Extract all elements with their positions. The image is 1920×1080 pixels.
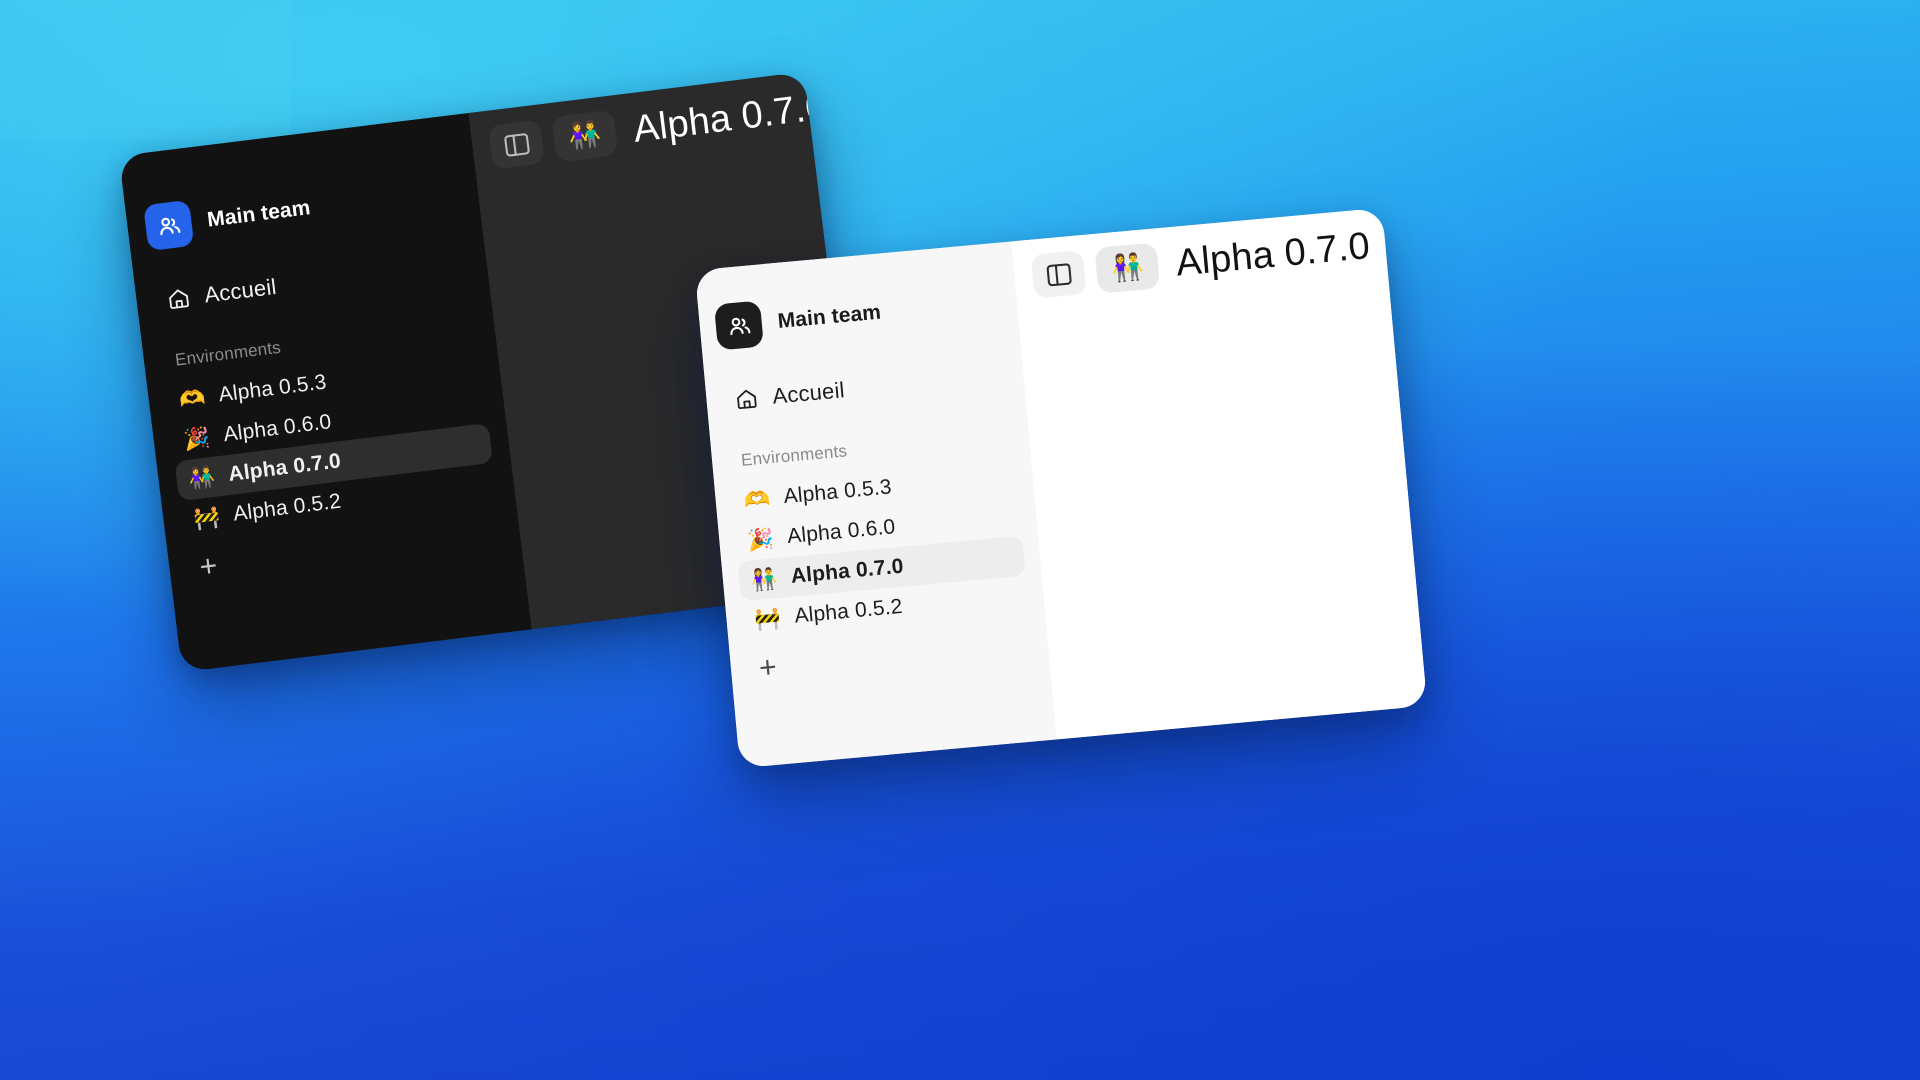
team-avatar	[143, 199, 195, 252]
content-panel-light: 👫 Alpha 0.7.0	[1011, 207, 1428, 740]
home-icon	[169, 289, 189, 309]
couple-holding-hands-emoji: 👫	[1109, 251, 1145, 285]
heart-hands-emoji: 🫶	[177, 384, 207, 412]
list-item-label: Alpha 0.5.2	[793, 594, 904, 628]
list-item-label: Alpha 0.7.0	[789, 554, 905, 588]
couple-holding-hands-emoji: 👫	[187, 464, 217, 492]
team-name-label: Main team	[205, 196, 312, 232]
list-item-label: Alpha 0.6.0	[222, 410, 333, 447]
environment-emoji-badge[interactable]: 👫	[1094, 242, 1161, 294]
sidebar-toggle-button[interactable]	[1030, 250, 1087, 299]
users-icon	[159, 217, 180, 235]
list-item-label: Alpha 0.5.3	[782, 475, 893, 509]
app-window-light: Main team Accueil Environments 🫶 Alpha 0…	[694, 207, 1428, 769]
couple-holding-hands-emoji: 👫	[567, 119, 603, 153]
party-popper-emoji: 🎉	[746, 525, 775, 553]
sidebar-item-label: Accueil	[202, 273, 278, 308]
environment-emoji-badge[interactable]: 👫	[551, 109, 619, 163]
page-title: Alpha 0.7.0	[1174, 224, 1372, 285]
sidebar-panel-icon	[1046, 262, 1072, 286]
party-popper-emoji: 🎉	[182, 424, 212, 452]
list-item-label: Alpha 0.7.0	[227, 449, 343, 486]
environments-list-light: 🫶 Alpha 0.5.3 🎉 Alpha 0.6.0 👫 Alpha 0.7.…	[730, 456, 1029, 641]
couple-holding-hands-emoji: 👫	[749, 565, 779, 592]
sidebar-dark: Main team Accueil Environments 🫶 Alpha 0…	[118, 113, 532, 673]
construction-emoji: 🚧	[192, 503, 222, 531]
sidebar-panel-icon	[503, 132, 530, 157]
plus-icon: +	[197, 549, 220, 585]
home-icon	[737, 389, 757, 410]
heart-hands-emoji: 🫶	[742, 485, 771, 513]
sidebar-item-label: Accueil	[771, 377, 846, 409]
users-icon	[729, 317, 750, 335]
sidebar-light: Main team Accueil Environments 🫶 Alpha 0…	[694, 241, 1057, 769]
construction-emoji: 🚧	[753, 605, 782, 632]
team-name-label: Main team	[776, 300, 882, 333]
list-item-label: Alpha 0.6.0	[786, 515, 897, 548]
plus-icon: +	[757, 650, 779, 686]
screenshot-stage: Main team Accueil Environments 🫶 Alpha 0…	[0, 0, 1920, 1080]
list-item-label: Alpha 0.5.3	[217, 370, 328, 407]
list-item-label: Alpha 0.5.2	[231, 489, 343, 526]
sidebar-toggle-button[interactable]	[487, 119, 545, 170]
page-title: Alpha 0.7.0	[630, 85, 830, 151]
team-avatar	[713, 300, 764, 351]
